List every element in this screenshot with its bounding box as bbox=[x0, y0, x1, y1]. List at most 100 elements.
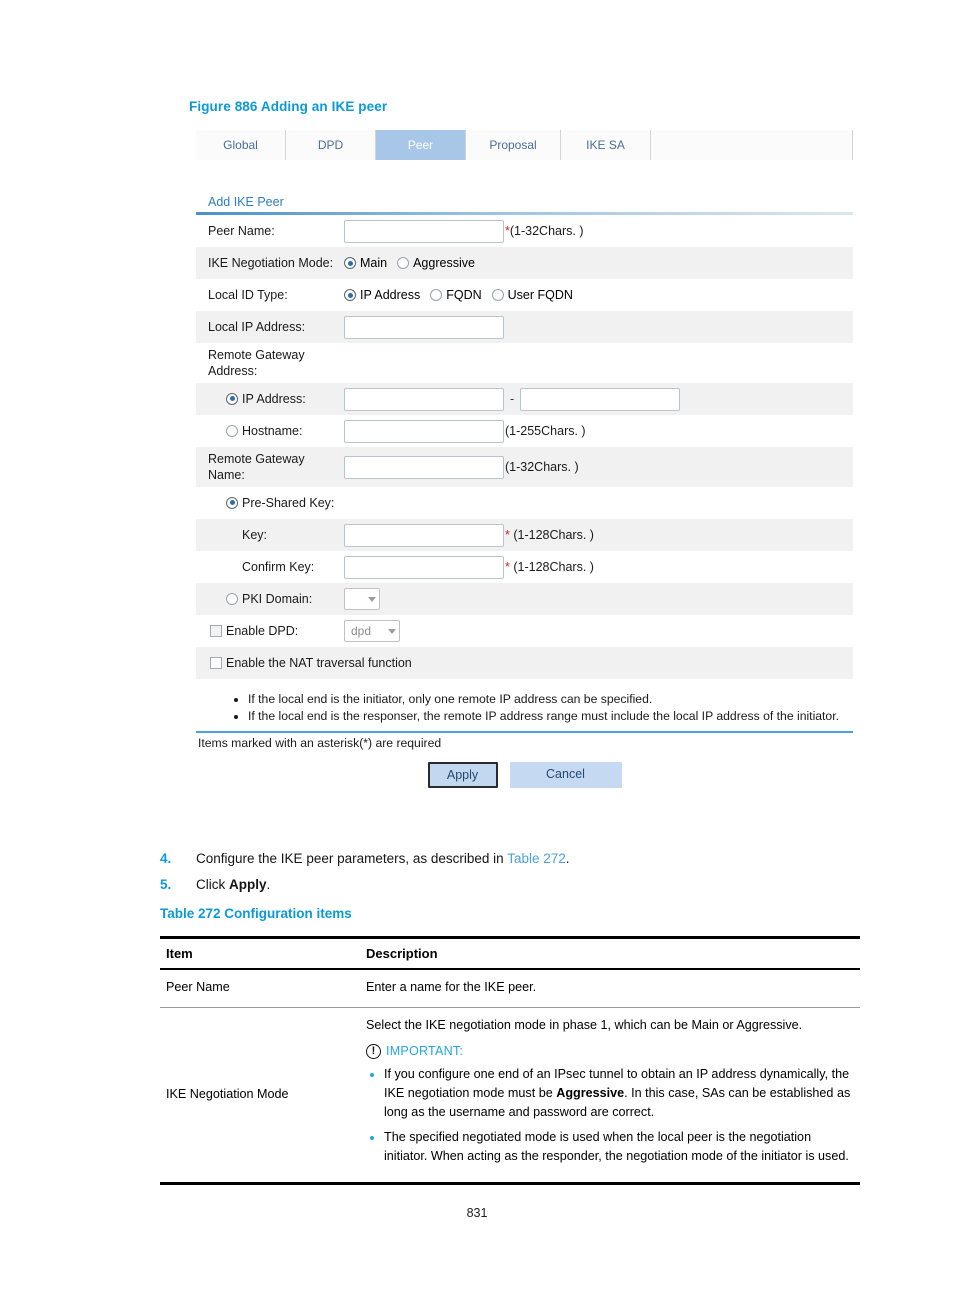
steps-list: 4. Configure the IKE peer parameters, as… bbox=[160, 846, 860, 898]
tab-bar: Global DPD Peer Proposal IKE SA bbox=[196, 130, 853, 160]
configuration-items-table: Item Description Peer Name Enter a name … bbox=[160, 936, 860, 1185]
radio-main-label: Main bbox=[360, 256, 388, 270]
tab-proposal[interactable]: Proposal bbox=[466, 130, 561, 160]
pki-domain-option[interactable]: PKI Domain: bbox=[196, 592, 344, 607]
remote-ip-address-label-text: IP Address: bbox=[242, 391, 306, 406]
remote-gateway-name-input[interactable] bbox=[344, 455, 504, 479]
step-4-text-before: Configure the IKE peer parameters, as de… bbox=[196, 851, 508, 866]
spacer bbox=[196, 160, 853, 195]
row-pre-shared-key: Pre-Shared Key: bbox=[196, 487, 853, 519]
tab-ike-sa-label: IKE SA bbox=[586, 138, 625, 152]
confirm-key-hint-text: (1-128Chars. ) bbox=[513, 560, 594, 574]
form-notes: If the local end is the initiator, only … bbox=[196, 679, 853, 731]
table-row: IKE Negotiation Mode Select the IKE nego… bbox=[160, 1007, 860, 1185]
radio-fqdn[interactable]: FQDN bbox=[430, 288, 482, 302]
checkbox-nat-traversal-icon bbox=[210, 656, 222, 669]
step-4-number: 4. bbox=[160, 851, 172, 866]
enable-dpd-option[interactable]: Enable DPD: bbox=[196, 624, 344, 639]
tab-peer[interactable]: Peer bbox=[376, 130, 466, 160]
radio-ip-address-label: IP Address bbox=[360, 288, 421, 302]
form-note-item: If the local end is the responser, the r… bbox=[248, 708, 853, 724]
radio-pre-shared-key-icon bbox=[226, 496, 238, 509]
important-bullet-item: If you configure one end of an IPsec tun… bbox=[384, 1065, 852, 1122]
asterisk-note: Items marked with an asterisk(*) are req… bbox=[198, 735, 442, 750]
table-cell-item: IKE Negotiation Mode bbox=[160, 1007, 360, 1185]
table-cell-description: Enter a name for the IKE peer. bbox=[360, 969, 860, 1008]
key-label: Key: bbox=[242, 527, 268, 542]
remote-ip-start-input[interactable] bbox=[344, 387, 504, 411]
step-5: 5. Click Apply. bbox=[160, 872, 860, 898]
row-key: Key: * (1-128Chars. ) bbox=[196, 519, 853, 551]
step-5-text: Click Apply. bbox=[196, 872, 270, 898]
table-caption: Table 272 Configuration items bbox=[160, 906, 352, 921]
row-enable-dpd: Enable DPD: dpd bbox=[196, 615, 853, 647]
step-5-text-after: . bbox=[266, 877, 271, 892]
radio-user-fqdn-icon bbox=[491, 289, 504, 301]
tab-ike-sa[interactable]: IKE SA bbox=[561, 130, 651, 160]
radio-fqdn-label: FQDN bbox=[446, 288, 482, 302]
local-ip-address-label: Local IP Address: bbox=[208, 319, 306, 334]
radio-aggressive-icon bbox=[397, 257, 410, 269]
tab-global[interactable]: Global bbox=[196, 130, 286, 160]
row-local-ip-address: Local IP Address: bbox=[196, 311, 853, 343]
pre-shared-key-option[interactable]: Pre-Shared Key: bbox=[196, 496, 416, 511]
bullet-2-part1: The specified negotiated mode is used wh… bbox=[384, 1130, 849, 1163]
form-button-bar: Apply Cancel bbox=[196, 750, 853, 798]
hostname-label-text: Hostname: bbox=[242, 423, 303, 438]
bullet-1-bold: Aggressive bbox=[556, 1086, 625, 1100]
nat-traversal-option[interactable]: Enable the NAT traversal function bbox=[196, 656, 596, 671]
pki-domain-label: PKI Domain: bbox=[242, 591, 313, 606]
local-ip-address-input[interactable] bbox=[344, 315, 504, 339]
hostname-label[interactable]: Hostname: bbox=[196, 424, 344, 439]
step-4-text: Configure the IKE peer parameters, as de… bbox=[196, 846, 570, 872]
confirm-key-input[interactable] bbox=[344, 555, 504, 579]
enable-dpd-label: Enable DPD: bbox=[226, 623, 299, 638]
radio-main[interactable]: Main bbox=[344, 256, 387, 270]
radio-ip-address-icon bbox=[344, 289, 356, 301]
peer-name-input[interactable] bbox=[344, 219, 504, 243]
dpd-select-value: dpd bbox=[351, 624, 372, 638]
row-remote-gateway-name: Remote Gateway Name: (1-32Chars. ) bbox=[196, 447, 853, 487]
radio-user-fqdn[interactable]: User FQDN bbox=[491, 288, 573, 302]
figure-caption: Figure 886 Adding an IKE peer bbox=[189, 99, 388, 114]
key-input[interactable] bbox=[344, 523, 504, 547]
peer-name-hint-text: (1-32Chars. ) bbox=[509, 224, 584, 238]
remote-gateway-address-label: Remote Gateway Address: bbox=[208, 348, 305, 378]
step-4-link[interactable]: Table 272 bbox=[507, 851, 566, 866]
pre-shared-key-label: Pre-Shared Key: bbox=[242, 495, 335, 510]
checkbox-enable-dpd-icon bbox=[210, 624, 222, 637]
row-remote-ip-address: IP Address: - bbox=[196, 383, 853, 415]
ip-range-separator: - bbox=[510, 392, 515, 406]
tab-bar-filler bbox=[651, 130, 853, 160]
page-number: 831 bbox=[466, 1206, 488, 1220]
apply-button[interactable]: Apply bbox=[427, 761, 498, 788]
chevron-down-icon bbox=[388, 628, 396, 634]
confirm-key-label: Confirm Key: bbox=[242, 559, 315, 574]
cancel-button[interactable]: Cancel bbox=[509, 761, 622, 788]
form-note-item: If the local end is the initiator, only … bbox=[248, 691, 853, 707]
radio-user-fqdn-label: User FQDN bbox=[507, 288, 573, 302]
remote-gateway-name-label: Remote Gateway Name: bbox=[208, 452, 305, 482]
pki-domain-select[interactable] bbox=[344, 588, 380, 610]
radio-aggressive[interactable]: Aggressive bbox=[397, 256, 475, 270]
radio-ip-address[interactable]: IP Address bbox=[344, 288, 420, 302]
hostname-input[interactable] bbox=[344, 419, 504, 443]
key-hint: * (1-128Chars. ) bbox=[505, 528, 594, 542]
local-id-type-label: Local ID Type: bbox=[208, 287, 288, 302]
radio-fqdn-icon bbox=[430, 289, 443, 301]
table-header-description: Description bbox=[360, 937, 860, 970]
remote-ip-address-label[interactable]: IP Address: bbox=[196, 392, 344, 407]
table-header-row: Item Description bbox=[160, 937, 860, 970]
radio-pki-domain-icon bbox=[226, 592, 238, 605]
radio-aggressive-label: Aggressive bbox=[413, 256, 475, 270]
remote-gateway-name-hint: (1-32Chars. ) bbox=[505, 460, 579, 474]
tab-dpd[interactable]: DPD bbox=[286, 130, 376, 160]
chevron-down-icon bbox=[368, 596, 376, 602]
important-notice: ! IMPORTANT: bbox=[366, 1042, 852, 1061]
step-5-number: 5. bbox=[160, 877, 172, 892]
radio-remote-ip-address-icon bbox=[226, 392, 238, 405]
dpd-select[interactable]: dpd bbox=[344, 620, 400, 642]
remote-ip-end-input[interactable] bbox=[520, 387, 681, 411]
row-pki-domain: PKI Domain: bbox=[196, 583, 853, 615]
table-cell-item: Peer Name bbox=[160, 969, 360, 1008]
